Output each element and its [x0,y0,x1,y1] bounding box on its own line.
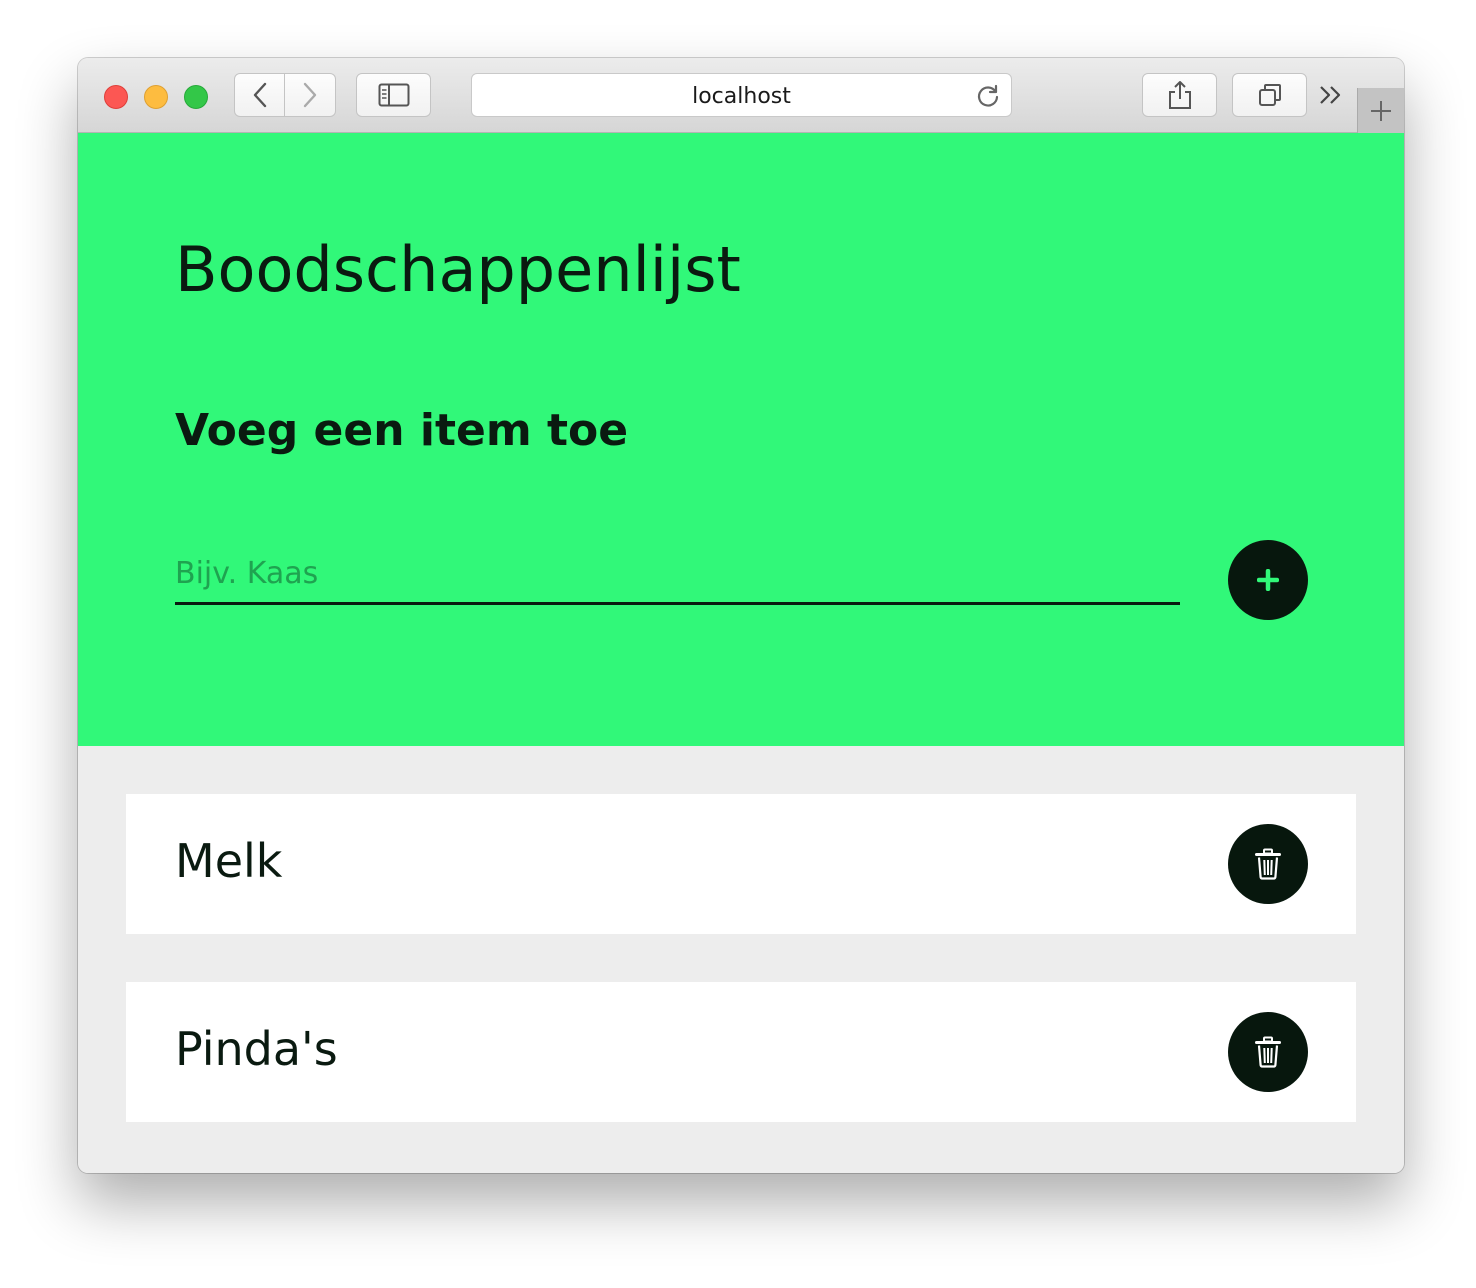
list-item: Pinda's [126,982,1356,1122]
zoom-window-button[interactable] [184,85,208,109]
share-button[interactable] [1142,73,1217,117]
minimize-window-button[interactable] [144,85,168,109]
trash-icon [1255,1036,1281,1068]
sidebar-icon [378,83,409,107]
list-item: Melk [126,794,1356,934]
page-title: Boodschappenlijst [175,233,741,306]
header-section: Boodschappenlijst Voeg een item toe [78,133,1404,746]
tabs-icon [1258,84,1281,106]
plus-icon [1371,100,1391,121]
delete-item-button[interactable] [1228,824,1308,904]
address-text: localhost [692,84,791,109]
back-button[interactable] [234,73,285,117]
browser-toolbar: localhost [78,58,1404,133]
chevron-double-right-icon[interactable] [1318,84,1344,112]
plus-icon [1257,569,1279,591]
delete-item-button[interactable] [1228,1012,1308,1092]
address-bar[interactable]: localhost [471,73,1012,117]
item-label: Melk [175,834,283,888]
browser-window: localhost Boodschappenlijst Voeg een ite… [78,58,1404,1173]
page-content: Boodschappenlijst Voeg een item toe Melk [78,133,1404,1173]
show-tabs-button[interactable] [1232,73,1307,117]
trash-icon [1255,848,1281,880]
reload-icon[interactable] [975,83,1001,109]
share-icon [1168,81,1191,109]
forward-button[interactable] [285,73,336,117]
add-item-button[interactable] [1228,540,1308,620]
chevron-left-icon [253,82,266,108]
close-window-button[interactable] [104,85,128,109]
item-input[interactable] [175,545,1180,605]
add-item-heading: Voeg een item toe [175,405,629,456]
sidebar-toggle-button[interactable] [356,73,431,117]
item-label: Pinda's [175,1022,338,1076]
new-tab-button[interactable] [1357,88,1404,133]
chevron-right-icon [303,82,317,108]
